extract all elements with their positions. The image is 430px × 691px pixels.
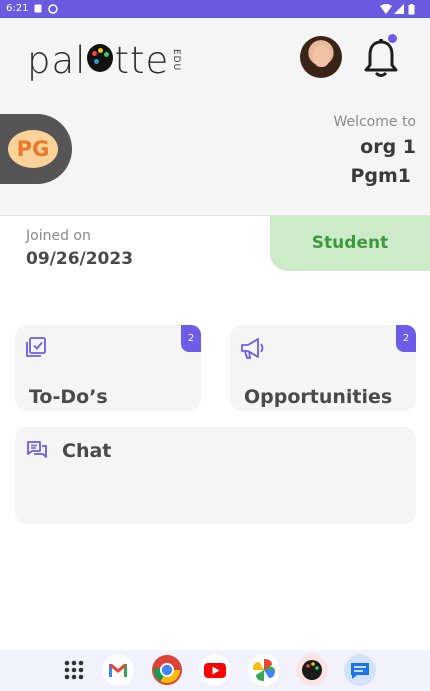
- chrome-icon[interactable]: [151, 654, 183, 686]
- chat-card[interactable]: Chat: [15, 427, 416, 524]
- status-time: 6:21: [6, 3, 29, 14]
- welcome-text: Welcome to: [333, 114, 416, 130]
- opportunities-card[interactable]: 2 Opportunities: [230, 325, 416, 411]
- role-badge: Student: [270, 216, 430, 271]
- opportunities-card-title: Opportunities: [244, 386, 393, 408]
- logo-text-right: tte: [114, 38, 170, 82]
- organization-banner: PG Welcome to org 1 Pgm1: [0, 98, 430, 216]
- gmail-icon[interactable]: [102, 654, 134, 686]
- youtube-icon[interactable]: [199, 654, 231, 686]
- status-bar: 6:21: [0, 0, 430, 18]
- megaphone-icon: [241, 338, 264, 359]
- opportunities-count-badge: 2: [396, 325, 416, 352]
- notification-bell-icon[interactable]: [362, 38, 400, 78]
- todo-card-title: To-Do’s: [29, 386, 108, 408]
- avatar-face: [313, 45, 330, 67]
- signal-icon: [394, 4, 404, 14]
- todo-count-badge: 2: [181, 325, 201, 352]
- palette-app-icon[interactable]: [296, 654, 328, 686]
- logo-suffix: EDU: [171, 48, 182, 72]
- logo-text-left: pal: [27, 38, 87, 82]
- org-initials: PG: [8, 130, 58, 168]
- joined-label: Joined on: [26, 228, 91, 244]
- apps-grid-icon[interactable]: [58, 654, 90, 686]
- palette-logo[interactable]: pal tte EDU: [27, 36, 181, 84]
- notification-badge: [388, 34, 397, 43]
- notification-icon: [48, 4, 58, 14]
- org-avatar-pill[interactable]: PG: [0, 114, 72, 184]
- joined-date: 09/26/2023: [26, 249, 134, 269]
- chat-card-title: Chat: [62, 440, 112, 462]
- chat-icon: [27, 441, 47, 458]
- sim-card-icon: [34, 4, 42, 13]
- app-dock: [0, 650, 430, 691]
- wifi-icon: [380, 4, 392, 14]
- app-header: pal tte EDU: [0, 18, 430, 98]
- checklist-icon: [26, 337, 46, 357]
- profile-avatar[interactable]: [300, 36, 342, 78]
- battery-icon: [408, 4, 415, 15]
- messages-icon[interactable]: [344, 654, 376, 686]
- palette-icon: [87, 44, 114, 72]
- photos-icon[interactable]: [248, 654, 280, 686]
- org-name: org 1: [360, 136, 416, 158]
- program-name: Pgm1: [350, 165, 411, 187]
- todo-card[interactable]: 2 To-Do’s: [15, 325, 201, 411]
